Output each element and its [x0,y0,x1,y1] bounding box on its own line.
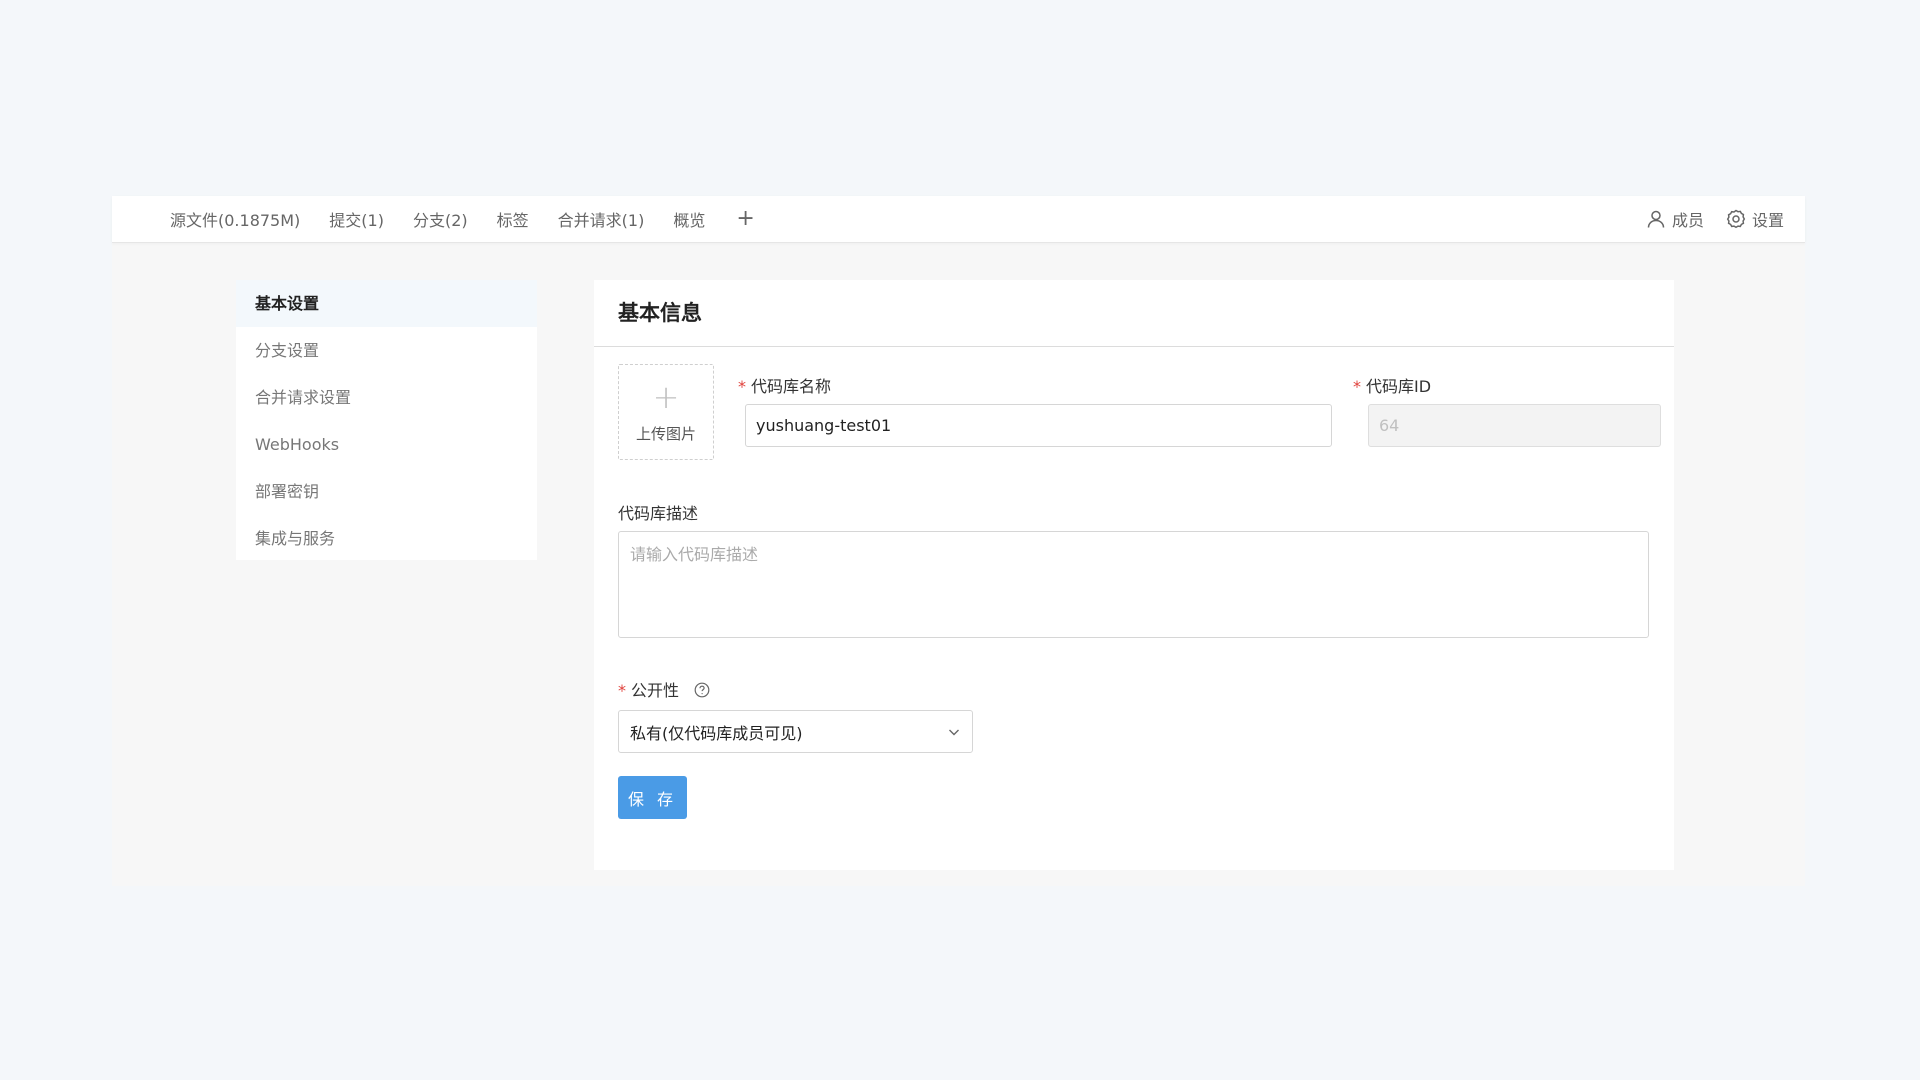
required-mark: * [1353,377,1361,396]
tab-branches[interactable]: 分支(2) [413,196,468,242]
nav-right-actions: 成员 设置 [1624,207,1784,231]
repo-top-nav: 源文件(0.1875M) 提交(1) 分支(2) 标签 合并请求(1) 概览 +… [112,196,1805,243]
sidebar-item-webhooks[interactable]: WebHooks [236,421,537,468]
tab-source-files[interactable]: 源文件(0.1875M) [170,196,300,242]
sidebar-item-deploy-keys[interactable]: 部署密钥 [236,468,537,515]
required-mark: * [618,681,626,700]
settings-sidebar: 基本设置 分支设置 合并请求设置 WebHooks 部署密钥 集成与服务 [236,280,537,560]
visibility-selected-value: 私有(仅代码库成员可见) [630,723,803,743]
description-textarea[interactable] [618,531,1649,638]
tab-tags[interactable]: 标签 [497,196,529,242]
gear-icon [1726,209,1746,229]
upload-image-button[interactable]: + 上传图片 [618,364,714,460]
repo-id-input [1368,404,1661,447]
repo-name-label-text: 代码库名称 [751,377,832,396]
members-link[interactable]: 成员 [1646,207,1704,231]
upload-image-label: 上传图片 [635,424,696,443]
question-circle-icon[interactable] [694,682,710,698]
members-label: 成员 [1671,211,1704,230]
settings-link[interactable]: 设置 [1726,207,1784,231]
visibility-label: * 公开性 [618,677,679,701]
visibility-label-text: 公开性 [631,681,680,700]
tab-merge-requests[interactable]: 合并请求(1) [558,196,645,242]
repo-id-label-text: 代码库ID [1366,377,1432,396]
plus-icon: + [652,377,680,416]
basic-info-panel: 基本信息 + 上传图片 * 代码库名称 * 代码库ID 代码库描述 * 公开性 私有(… [594,280,1674,870]
description-label: 代码库描述 [618,504,699,523]
user-icon [1647,210,1665,228]
page-frame: 源文件(0.1875M) 提交(1) 分支(2) 标签 合并请求(1) 概览 +… [112,196,1805,886]
panel-title: 基本信息 [594,280,1674,347]
sidebar-item-merge-request-settings[interactable]: 合并请求设置 [236,374,537,421]
settings-label: 设置 [1751,211,1784,230]
tab-commits[interactable]: 提交(1) [329,196,384,242]
add-tab-plus-icon[interactable]: + [736,208,754,230]
sidebar-item-basic-settings[interactable]: 基本设置 [236,280,537,327]
visibility-select[interactable]: 私有(仅代码库成员可见) [618,710,973,753]
repo-id-label: * 代码库ID [1353,373,1431,397]
repo-name-input[interactable] [745,404,1332,447]
chevron-down-icon [949,729,959,735]
save-button[interactable]: 保 存 [618,776,687,819]
sidebar-item-branch-settings[interactable]: 分支设置 [236,327,537,374]
repo-name-label: * 代码库名称 [738,373,831,397]
tab-overview[interactable]: 概览 [673,196,705,242]
repo-tabs: 源文件(0.1875M) 提交(1) 分支(2) 标签 合并请求(1) 概览 + [170,196,755,242]
required-mark: * [738,377,746,396]
sidebar-item-integrations[interactable]: 集成与服务 [236,515,537,562]
